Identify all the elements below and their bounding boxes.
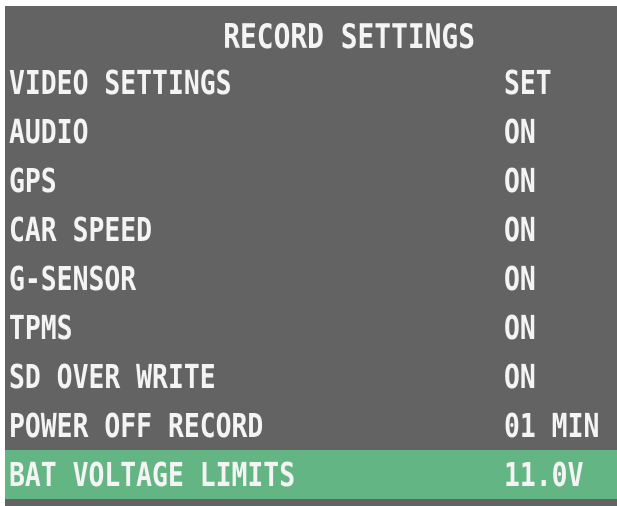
menu-item-value: ON [504,357,536,396]
menu-item-label: TPMS [9,308,73,347]
menu-item-gps[interactable]: GPS ON [5,156,617,205]
menu-item-label: VIDEO SETTINGS [9,63,232,102]
menu-item-value: 01 MIN [504,406,600,445]
menu-item-value: 11.0V [504,455,584,494]
menu-item-sd-over-write[interactable]: SD OVER WRITE ON [5,352,617,401]
menu-item-tpms[interactable]: TPMS ON [5,303,617,352]
menu-item-label: SD OVER WRITE [9,357,216,396]
menu-item-label: BAT VOLTAGE LIMITS [9,455,296,494]
menu-item-label: GPS [9,161,57,200]
menu-item-power-off-record[interactable]: POWER OFF RECORD 01 MIN [5,401,617,450]
menu-item-bat-voltage-limits[interactable]: BAT VOLTAGE LIMITS 11.0V [5,450,617,499]
menu-item-g-sensor[interactable]: G-SENSOR ON [5,254,617,303]
menu-item-video-settings[interactable]: VIDEO SETTINGS SET [5,58,617,107]
menu-item-audio[interactable]: AUDIO ON [5,107,617,156]
menu-item-label: AUDIO [9,112,89,151]
menu-item-value: ON [504,308,536,347]
menu-item-value: ON [504,112,536,151]
menu-item-label: G-SENSOR [9,259,137,298]
menu-item-car-speed[interactable]: CAR SPEED ON [5,205,617,254]
menu-item-value: ON [504,210,536,249]
menu-title: RECORD SETTINGS [223,17,475,57]
menu-item-label: POWER OFF RECORD [9,406,264,445]
menu-item-value: ON [504,161,536,200]
menu-item-value: SET [504,63,552,102]
menu-item-value: ON [504,259,536,298]
record-settings-menu: RECORD SETTINGS VIDEO SETTINGS SET AUDIO… [5,6,617,506]
menu-item-label: CAR SPEED [9,210,153,249]
